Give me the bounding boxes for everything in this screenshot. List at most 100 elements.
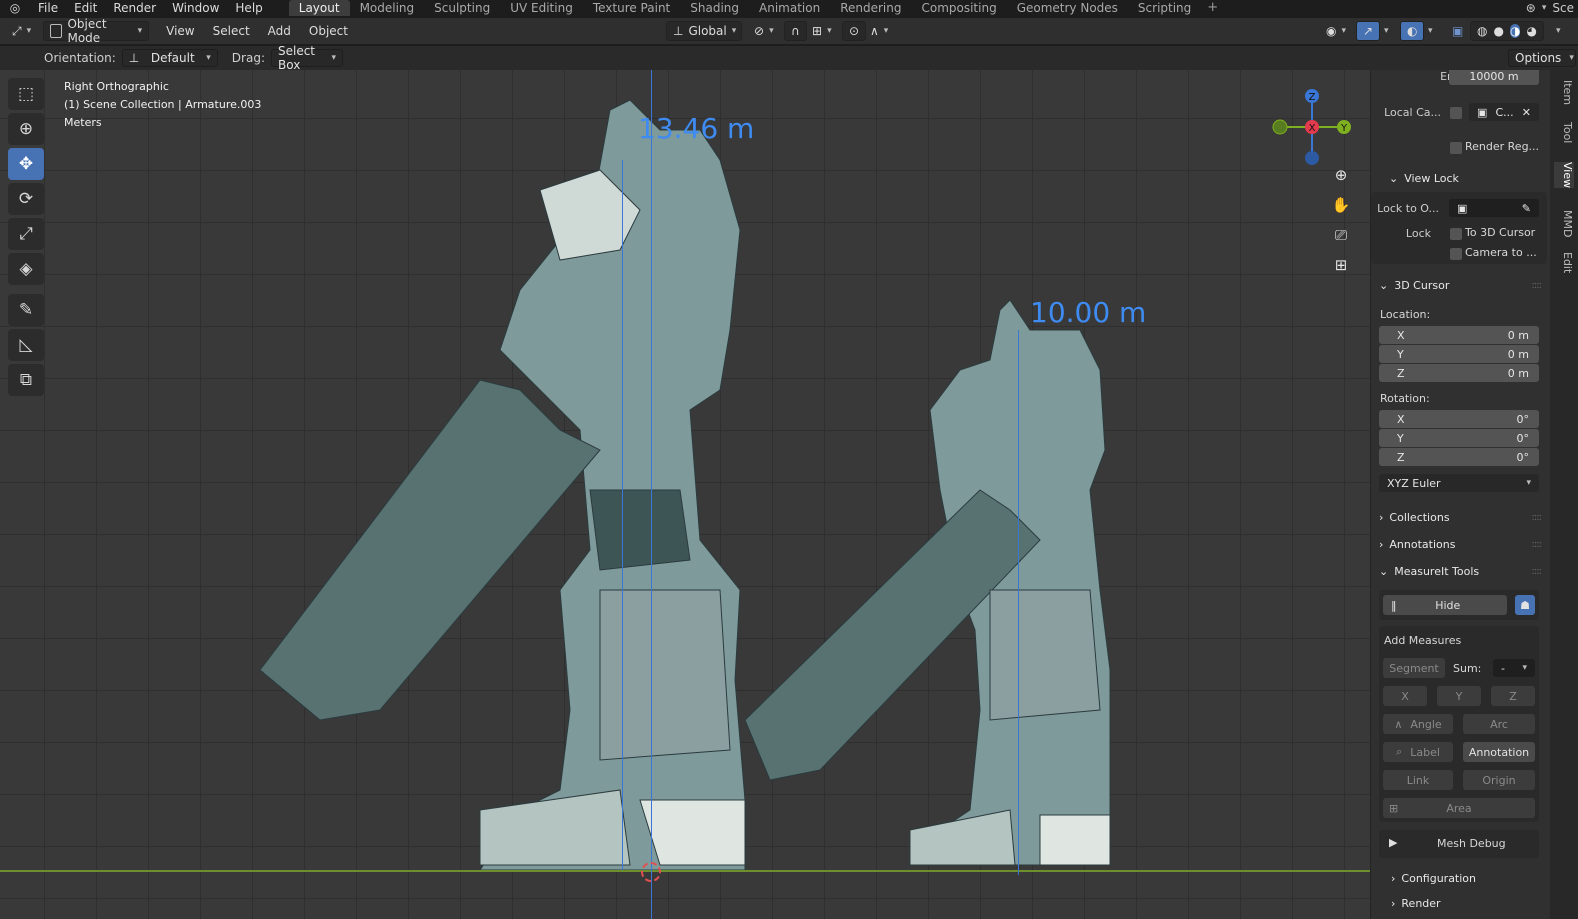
- material-shading-icon[interactable]: ◑: [1509, 24, 1521, 38]
- tab-view[interactable]: View: [1554, 162, 1574, 189]
- small-robot[interactable]: [744, 299, 1111, 866]
- falloff-button[interactable]: ∧ ▾: [864, 21, 894, 41]
- scene-label[interactable]: Sce: [1552, 1, 1574, 15]
- gizmo-toggle[interactable]: ↗: [1356, 21, 1381, 41]
- tab-texture-paint[interactable]: Texture Paint: [583, 0, 680, 16]
- menu-edit[interactable]: Edit: [66, 0, 105, 16]
- measure-line-large[interactable]: [651, 70, 652, 919]
- tab-edit[interactable]: Edit: [1554, 252, 1574, 273]
- cursor-location-z[interactable]: Z 0 m: [1379, 364, 1539, 382]
- area-button[interactable]: ⊞ Area: [1383, 798, 1535, 818]
- lock-to-cursor-checkbox[interactable]: [1450, 228, 1462, 240]
- cursor-rotation-z[interactable]: Z 0°: [1379, 448, 1539, 466]
- cursor-rotation-y[interactable]: Y 0°: [1379, 429, 1539, 447]
- zoom-icon[interactable]: ⊕: [1328, 162, 1354, 188]
- drag-handle-icon[interactable]: ::::: [1532, 512, 1543, 523]
- camera-to-view-checkbox[interactable]: [1450, 248, 1462, 260]
- measureit-header[interactable]: ⌄ MeasureIt Tools ::::: [1379, 560, 1543, 582]
- editor-type-button[interactable]: ⤢ ▾: [6, 21, 37, 41]
- eyedropper-icon[interactable]: ✎: [1522, 202, 1531, 215]
- menu-window[interactable]: Window: [164, 0, 227, 16]
- overlays-toggle[interactable]: ◐: [1400, 21, 1425, 41]
- navigation-gizmo[interactable]: Z Y X: [1270, 78, 1360, 168]
- lock-to-cursor-label[interactable]: To 3D Cursor: [1465, 226, 1545, 239]
- robot-models[interactable]: [0, 70, 1370, 919]
- xray-toggle[interactable]: ▣: [1446, 21, 1469, 41]
- measure-x-button[interactable]: X: [1383, 686, 1427, 706]
- chevron-down-icon[interactable]: ▾: [1428, 26, 1433, 36]
- transform-tool[interactable]: ◈: [8, 253, 44, 285]
- measure-line-small[interactable]: [1018, 330, 1019, 875]
- drag-dropdown[interactable]: Select Box ▾: [270, 44, 343, 72]
- render-region-label[interactable]: Render Reg...: [1465, 140, 1545, 153]
- gizmo-neg-z-axis[interactable]: [1305, 151, 1319, 165]
- tab-modeling[interactable]: Modeling: [350, 0, 425, 16]
- pan-hand-icon[interactable]: ✋: [1328, 192, 1354, 218]
- scale-tool[interactable]: ⤢: [8, 218, 44, 250]
- drag-handle-icon[interactable]: ::::: [1532, 280, 1543, 291]
- arc-button[interactable]: Arc: [1463, 714, 1535, 734]
- move-tool[interactable]: ✥: [8, 148, 44, 180]
- orientation-dropdown[interactable]: ⊥ Default ▾: [121, 49, 218, 67]
- segment-button[interactable]: Segment: [1383, 658, 1445, 678]
- close-icon[interactable]: ✕: [1522, 106, 1531, 119]
- mesh-debug-box[interactable]: ▶ Mesh Debug: [1379, 830, 1539, 858]
- collections-header[interactable]: › Collections ::::: [1379, 506, 1543, 528]
- clip-end-field[interactable]: 10000 m: [1449, 70, 1539, 85]
- camera-icon[interactable]: ⎚: [1328, 222, 1354, 248]
- link-button[interactable]: Link: [1383, 770, 1453, 790]
- measure-z-button[interactable]: Z: [1491, 686, 1535, 706]
- add-workspace-button[interactable]: +: [1201, 0, 1224, 16]
- tab-scripting[interactable]: Scripting: [1128, 0, 1201, 16]
- add-cube-tool[interactable]: ⧉: [8, 364, 44, 396]
- tab-sculpting[interactable]: Sculpting: [424, 0, 500, 16]
- 3d-cursor-icon[interactable]: [641, 862, 661, 882]
- snap-toggle[interactable]: ∩: [784, 21, 807, 41]
- menu-help[interactable]: Help: [227, 0, 270, 16]
- tab-rendering[interactable]: Rendering: [830, 0, 911, 16]
- chevron-down-icon[interactable]: ▾: [1542, 3, 1547, 13]
- cursor-rotation-x[interactable]: X 0°: [1379, 410, 1539, 428]
- menu-view[interactable]: View: [157, 24, 203, 38]
- origin-button[interactable]: Origin: [1463, 770, 1535, 790]
- blender-logo-icon[interactable]: ◎: [0, 0, 30, 16]
- annotation-button[interactable]: Annotation: [1463, 742, 1535, 762]
- ghost-toggle[interactable]: ☗: [1515, 595, 1535, 615]
- gizmo-neg-y-axis[interactable]: [1272, 119, 1288, 135]
- solid-shading-icon[interactable]: ●: [1493, 24, 1503, 38]
- tab-shading[interactable]: Shading: [680, 0, 749, 16]
- measure-line-large-2[interactable]: [622, 160, 623, 870]
- view-lock-header[interactable]: ⌄ View Lock: [1389, 167, 1539, 189]
- drag-handle-icon[interactable]: ::::: [1532, 539, 1543, 550]
- transform-orientation-dropdown[interactable]: ⊥ Global ▾: [666, 21, 742, 41]
- configuration-header[interactable]: › Configuration: [1391, 867, 1550, 889]
- large-robot[interactable]: [259, 99, 746, 871]
- local-camera-field[interactable]: ▣ C... ✕: [1469, 103, 1539, 121]
- cursor-location-x[interactable]: X 0 m: [1379, 326, 1539, 344]
- sum-dropdown[interactable]: - ▾: [1493, 659, 1535, 677]
- tab-layout[interactable]: Layout: [288, 0, 350, 16]
- tab-animation[interactable]: Animation: [749, 0, 830, 16]
- drag-handle-icon[interactable]: ::::: [1532, 566, 1543, 577]
- wireframe-shading-icon[interactable]: ◍: [1477, 24, 1487, 38]
- render-header[interactable]: › Render: [1391, 892, 1550, 914]
- label-button[interactable]: ⌕ Label: [1383, 742, 1453, 762]
- rotation-mode-dropdown[interactable]: XYZ Euler ▾: [1379, 474, 1539, 492]
- tab-compositing[interactable]: Compositing: [911, 0, 1006, 16]
- annotations-header[interactable]: › Annotations ::::: [1379, 533, 1543, 555]
- camera-to-view-label[interactable]: Camera to ...: [1465, 246, 1545, 259]
- pivot-point-button[interactable]: ⊘ ▾: [748, 21, 780, 41]
- angle-button[interactable]: ∧ Angle: [1383, 714, 1453, 734]
- measure-y-button[interactable]: Y: [1437, 686, 1481, 706]
- chevron-down-icon[interactable]: ▾: [1384, 26, 1389, 36]
- tab-mmd[interactable]: MMD: [1554, 210, 1574, 237]
- proportional-edit-toggle[interactable]: ⊙: [842, 21, 867, 41]
- chevron-down-icon[interactable]: ▾: [1556, 26, 1561, 36]
- scene-icon[interactable]: ⊛: [1526, 1, 1536, 15]
- visibility-button[interactable]: ◉ ▾: [1320, 21, 1352, 41]
- local-camera-checkbox[interactable]: [1450, 107, 1462, 119]
- cursor-tool[interactable]: ⊕: [8, 113, 44, 145]
- menu-file[interactable]: File: [30, 0, 66, 16]
- options-dropdown[interactable]: Options ▾: [1508, 49, 1576, 67]
- menu-object[interactable]: Object: [300, 24, 357, 38]
